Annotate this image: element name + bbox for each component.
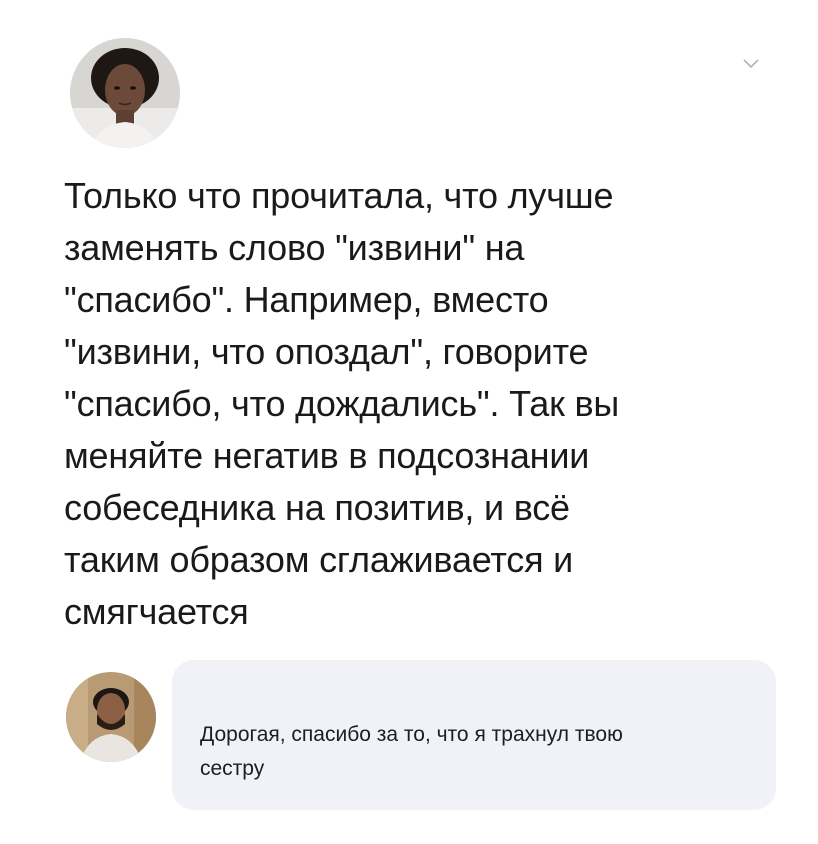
chevron-down-icon bbox=[743, 59, 759, 69]
post-text-line: меняйте негатив в подсознании bbox=[64, 435, 590, 476]
post-text-line: таким образом сглаживается и bbox=[64, 539, 574, 580]
post-text: Только что прочитала, что лучше заменять… bbox=[64, 170, 764, 638]
post-text-line: заменять слово "извини" на bbox=[64, 227, 525, 268]
reply-text: Дорогая, спасибо за то, что я трахнул тв… bbox=[200, 718, 770, 786]
post-card: Только что прочитала, что лучше заменять… bbox=[0, 0, 818, 844]
post-text-line: "спасибо". Например, вместо bbox=[64, 279, 549, 320]
reply-author-avatar[interactable] bbox=[66, 672, 156, 762]
post-text-line: "извини, что опоздал", говорите bbox=[64, 331, 589, 372]
man-avatar-icon bbox=[66, 672, 156, 762]
post-text-line: "спасибо, что дождались". Так вы bbox=[64, 383, 620, 424]
reply-text-line: сестру bbox=[200, 757, 265, 780]
post-text-line: смягчается bbox=[64, 591, 249, 632]
author-avatar[interactable] bbox=[70, 38, 180, 148]
post-text-line: Только что прочитала, что лучше bbox=[64, 175, 614, 216]
woman-avatar-icon bbox=[70, 38, 180, 148]
post-text-line: собеседника на позитив, и всё bbox=[64, 487, 570, 528]
post-menu-button[interactable] bbox=[742, 58, 760, 70]
reply-text-line: Дорогая, спасибо за то, что я трахнул тв… bbox=[200, 723, 623, 746]
